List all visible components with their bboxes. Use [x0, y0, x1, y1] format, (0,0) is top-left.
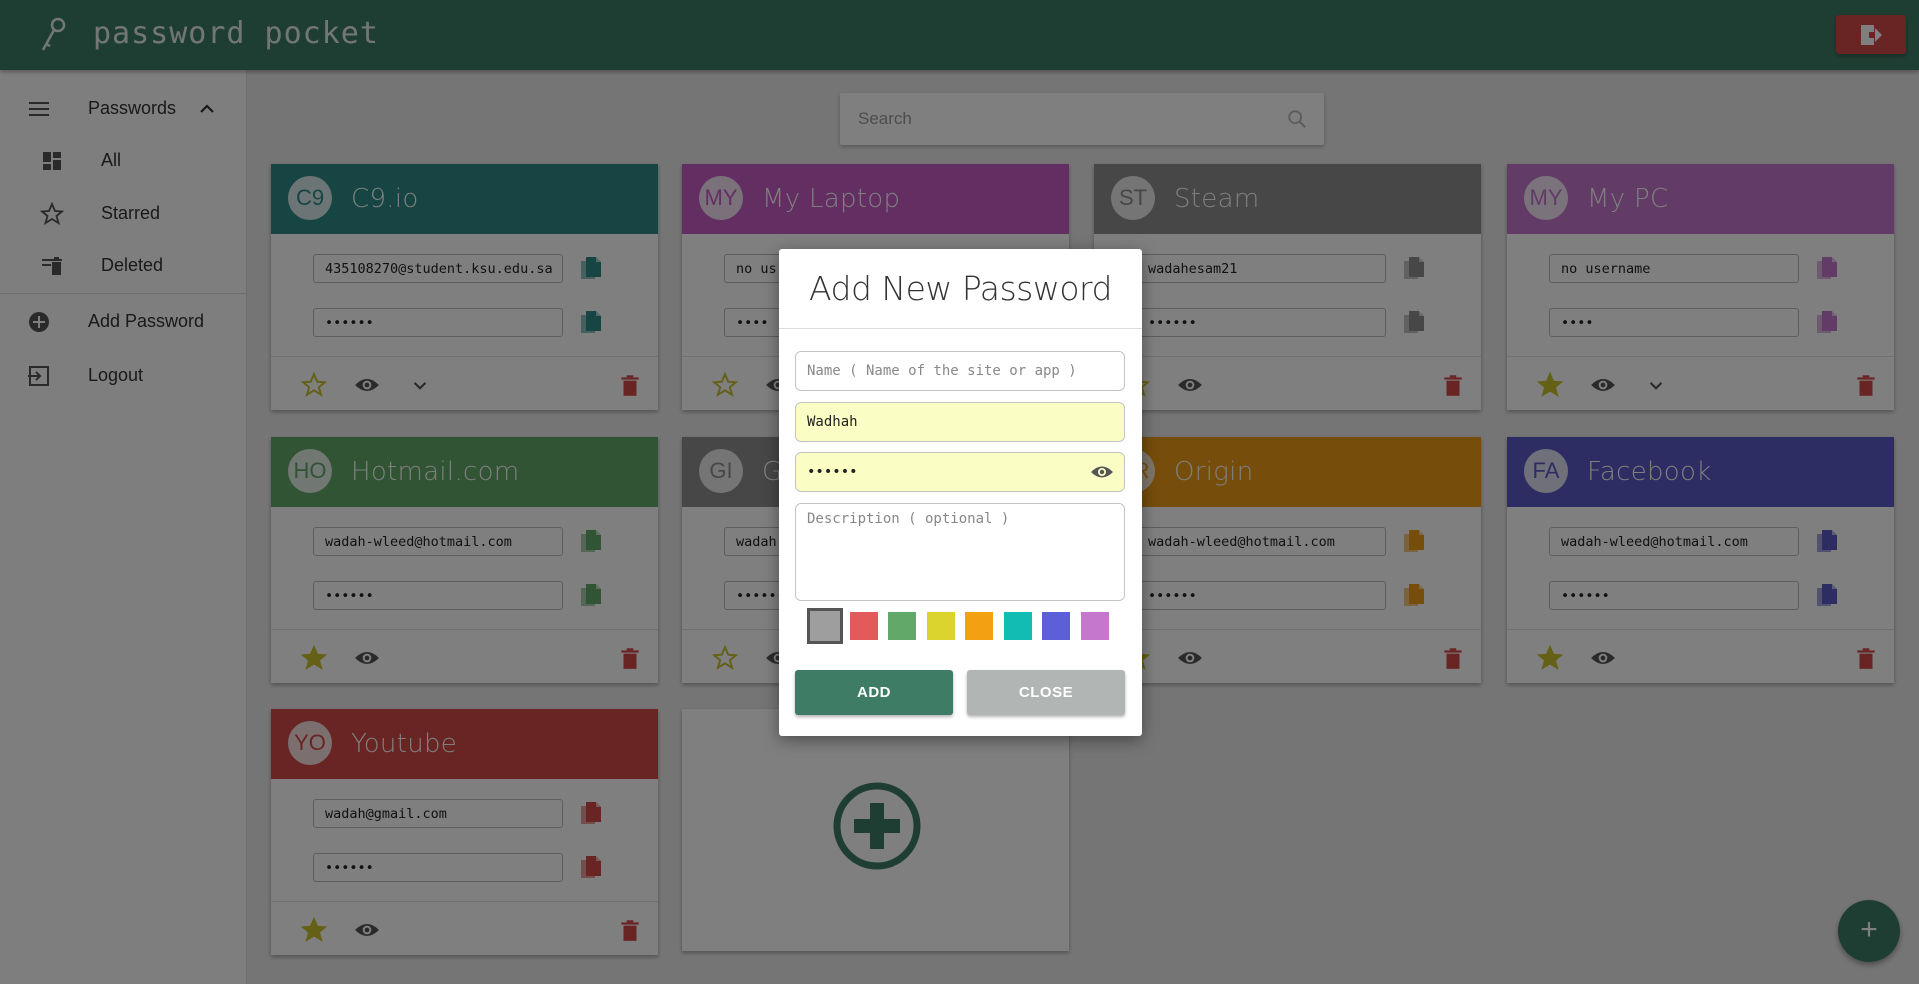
close-button[interactable]: CLOSE	[967, 670, 1125, 715]
color-swatch[interactable]	[1003, 612, 1032, 640]
add-password-dialog: Add New Password Name ( Name of the site…	[779, 249, 1142, 736]
color-swatch[interactable]	[807, 608, 843, 644]
color-swatch[interactable]	[888, 612, 916, 640]
name-input[interactable]: Name ( Name of the site or app )	[795, 351, 1125, 391]
password-value: ••••••	[807, 464, 858, 480]
color-swatch[interactable]	[965, 612, 993, 640]
color-swatch[interactable]	[849, 612, 878, 640]
password-input[interactable]: ••••••	[795, 452, 1125, 492]
color-swatch[interactable]	[1080, 612, 1109, 640]
username-input[interactable]: Wadhah	[795, 402, 1125, 442]
eye-icon[interactable]	[1090, 463, 1114, 481]
color-swatch[interactable]	[926, 612, 955, 640]
description-input[interactable]: Description ( optional )	[795, 503, 1125, 601]
add-button[interactable]: ADD	[795, 670, 953, 715]
dialog-divider	[779, 328, 1142, 329]
color-swatch[interactable]	[1042, 612, 1070, 640]
dialog-title: Add New Password	[809, 269, 1113, 308]
